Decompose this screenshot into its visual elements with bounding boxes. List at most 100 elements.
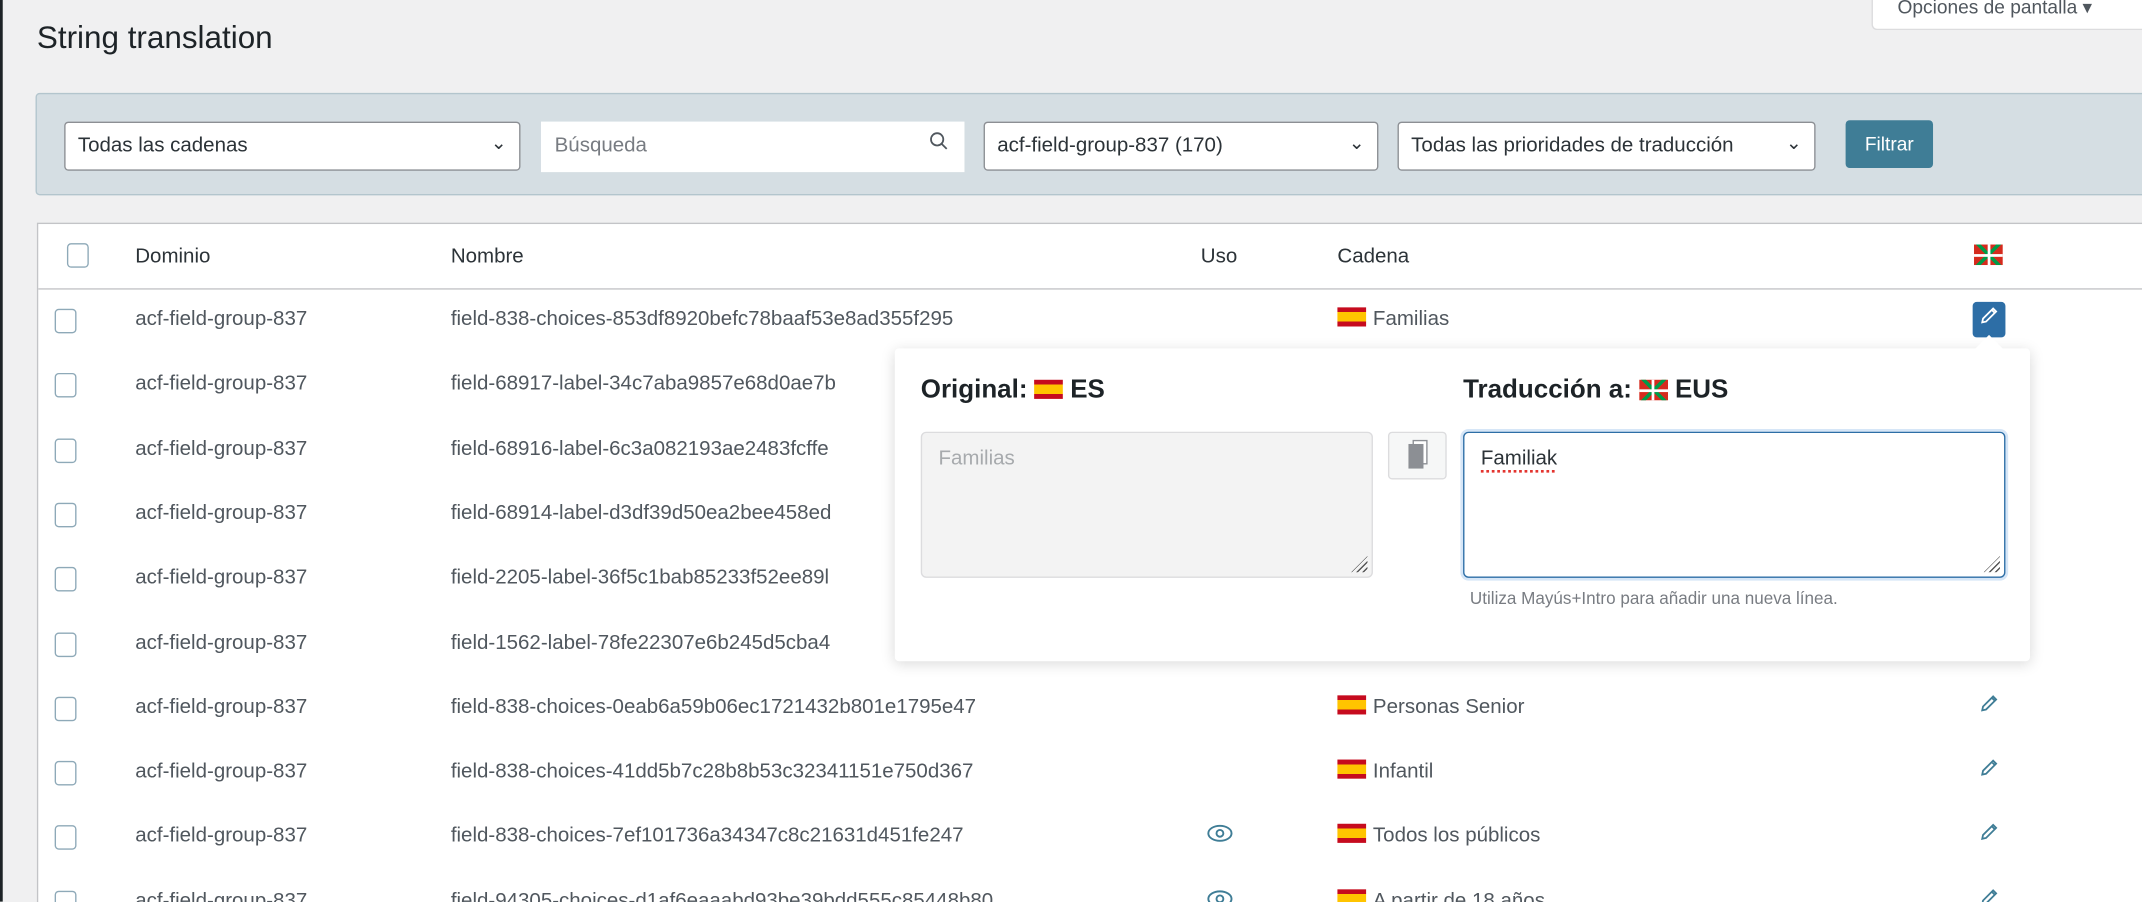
chevron-down-icon: ⌄ bbox=[490, 131, 507, 154]
table-header: Dominio Nombre Uso Cadena bbox=[38, 224, 2142, 290]
view-usage-icon[interactable] bbox=[1206, 889, 1233, 902]
table-row: acf-field-group-837 field-838-choices-41… bbox=[38, 741, 2142, 805]
edit-translation-pencil-icon[interactable] bbox=[1973, 690, 2006, 726]
caret-down-icon: ▾ bbox=[2082, 0, 2093, 18]
row-name: field-838-choices-0eab6a59b06ec1721432b8… bbox=[450, 695, 977, 719]
row-name: field-68914-label-d3df39d50ea2bee458ed bbox=[450, 501, 832, 525]
domain-filter-select[interactable]: acf-field-group-837 (170) ⌄ bbox=[983, 121, 1379, 171]
row-string: Infantil bbox=[1337, 759, 1434, 783]
filter-bar: Todas las cadenas ⌄ Búsqueda acf-field-gr… bbox=[35, 92, 2142, 196]
row-name: field-68916-label-6c3a082193ae2483fcffe bbox=[450, 436, 829, 460]
basque-flag-icon bbox=[1974, 244, 2003, 268]
header-usage: Uso bbox=[1200, 244, 1238, 268]
spain-flag-icon bbox=[1337, 824, 1367, 844]
strings-filter-select[interactable]: Todas las cadenas ⌄ bbox=[64, 121, 521, 171]
row-checkbox[interactable] bbox=[54, 761, 77, 786]
select-all-checkbox[interactable] bbox=[66, 243, 89, 268]
row-name: field-68917-label-34c7aba9857e68d0ae7b bbox=[450, 371, 836, 396]
header-string[interactable]: Cadena bbox=[1337, 245, 1409, 268]
translation-popup: Original: ES Traducción a: EUS Familias … bbox=[894, 334, 2031, 662]
view-usage-icon[interactable] bbox=[1206, 824, 1233, 850]
row-string-text: A partir de 18 años bbox=[1372, 888, 1545, 902]
strings-filter-value: Todas las cadenas bbox=[77, 133, 248, 158]
spain-flag-icon bbox=[1337, 888, 1367, 902]
row-name: field-1562-label-78fe22307e6b245d5cba4 bbox=[450, 630, 831, 654]
original-heading: Original: ES bbox=[921, 376, 1105, 406]
row-checkbox[interactable] bbox=[54, 437, 77, 463]
translation-language: EUS bbox=[1674, 375, 1729, 405]
screen-options-button[interactable]: Opciones de pantalla ▾ bbox=[1871, 0, 2142, 31]
translation-textarea[interactable]: Familiak bbox=[1463, 431, 2006, 578]
row-name: field-2205-label-36f5c1bab85233f52ee89l bbox=[450, 565, 830, 590]
spain-flag-icon bbox=[1034, 379, 1064, 399]
header-domain[interactable]: Dominio bbox=[135, 245, 210, 268]
strings-table: Dominio Nombre Uso Cadena acf-field-grou… bbox=[36, 222, 2142, 902]
row-name: field-94305-choices-d1af6eaaabd93be39bdd… bbox=[450, 888, 994, 902]
priority-filter-value: Todas las prioridades de traducción bbox=[1411, 133, 1734, 158]
admin-sidebar-edge bbox=[0, 0, 3, 902]
chevron-down-icon: ⌄ bbox=[1348, 131, 1365, 154]
copy-icon bbox=[1408, 443, 1424, 469]
table-row: acf-field-group-837 field-838-choices-85… bbox=[38, 288, 2142, 352]
edit-translation-pencil-icon[interactable] bbox=[1972, 301, 2006, 338]
search-icon bbox=[929, 131, 948, 156]
row-string: A partir de 18 años bbox=[1337, 888, 1545, 902]
row-domain: acf-field-group-837 bbox=[135, 695, 308, 719]
table-row: acf-field-group-837 field-838-choices-0e… bbox=[38, 676, 2142, 740]
row-string: Familias bbox=[1337, 307, 1450, 331]
row-name: field-838-choices-41dd5b7c28b8b53c323411… bbox=[450, 759, 974, 783]
row-domain: acf-field-group-837 bbox=[135, 307, 308, 331]
row-checkbox[interactable] bbox=[54, 825, 77, 851]
filter-button[interactable]: Filtrar bbox=[1845, 120, 1934, 169]
translation-heading: Traducción a: EUS bbox=[1463, 376, 1728, 406]
spain-flag-icon bbox=[1337, 307, 1367, 327]
copy-original-button[interactable] bbox=[1387, 431, 1447, 480]
edit-translation-pencil-icon[interactable] bbox=[1973, 883, 2006, 902]
row-string: Personas Senior bbox=[1337, 695, 1524, 718]
row-checkbox[interactable] bbox=[54, 567, 77, 592]
table-row: acf-field-group-837 field-838-choices-7e… bbox=[38, 805, 2142, 869]
row-domain: acf-field-group-837 bbox=[135, 759, 308, 783]
original-label: Original: bbox=[920, 375, 1028, 405]
spain-flag-icon bbox=[1337, 695, 1367, 715]
header-name[interactable]: Nombre bbox=[451, 245, 524, 268]
table-row: acf-field-group-837 field-94305-choices-… bbox=[38, 870, 2142, 902]
basque-flag-icon bbox=[1639, 379, 1668, 401]
row-checkbox[interactable] bbox=[54, 890, 77, 902]
row-domain: acf-field-group-837 bbox=[135, 501, 308, 525]
row-domain: acf-field-group-837 bbox=[135, 436, 308, 460]
resize-grip-icon[interactable] bbox=[1351, 556, 1368, 573]
search-placeholder: Búsqueda bbox=[554, 133, 647, 158]
original-text: Familias bbox=[938, 446, 1015, 470]
row-domain: acf-field-group-837 bbox=[135, 824, 308, 848]
chevron-down-icon: ⌄ bbox=[1785, 131, 1802, 155]
row-domain: acf-field-group-837 bbox=[135, 630, 308, 654]
page-title: String translation bbox=[36, 19, 273, 55]
row-name: field-838-choices-7ef101736a34347c8c2163… bbox=[450, 824, 964, 848]
row-checkbox[interactable] bbox=[54, 631, 77, 657]
search-input[interactable]: Búsqueda bbox=[540, 121, 965, 173]
priority-filter-select[interactable]: Todas las prioridades de traducción ⌄ bbox=[1397, 121, 1816, 171]
row-string-text: Infantil bbox=[1372, 759, 1434, 783]
domain-filter-value: acf-field-group-837 (170) bbox=[997, 133, 1223, 158]
row-name: field-838-choices-853df8920befc78baaf53e… bbox=[450, 307, 954, 331]
edit-translation-pencil-icon[interactable] bbox=[1973, 819, 2006, 855]
translation-value: Familiak bbox=[1480, 446, 1558, 470]
row-checkbox[interactable] bbox=[54, 696, 77, 722]
string-translation-page: String translation Opciones de pantalla … bbox=[0, 0, 2142, 902]
row-string-text: Todos los públicos bbox=[1372, 824, 1541, 848]
row-checkbox[interactable] bbox=[54, 502, 77, 528]
original-textarea: Familias bbox=[920, 431, 1373, 578]
row-domain: acf-field-group-837 bbox=[135, 565, 308, 590]
resize-grip-icon[interactable] bbox=[1983, 556, 2000, 573]
row-checkbox[interactable] bbox=[54, 308, 77, 334]
row-checkbox[interactable] bbox=[54, 373, 77, 398]
edit-translation-pencil-icon[interactable] bbox=[1973, 754, 2006, 790]
row-domain: acf-field-group-837 bbox=[135, 371, 308, 396]
row-string-text: Familias bbox=[1372, 307, 1450, 331]
row-string-text: Personas Senior bbox=[1372, 695, 1525, 719]
screen-options-label: Opciones de pantalla bbox=[1897, 0, 2078, 18]
row-domain: acf-field-group-837 bbox=[135, 888, 308, 902]
translation-label: Traducción a: bbox=[1463, 375, 1632, 405]
newline-hint: Utiliza Mayús+Intro para añadir una nuev… bbox=[1469, 588, 1838, 608]
